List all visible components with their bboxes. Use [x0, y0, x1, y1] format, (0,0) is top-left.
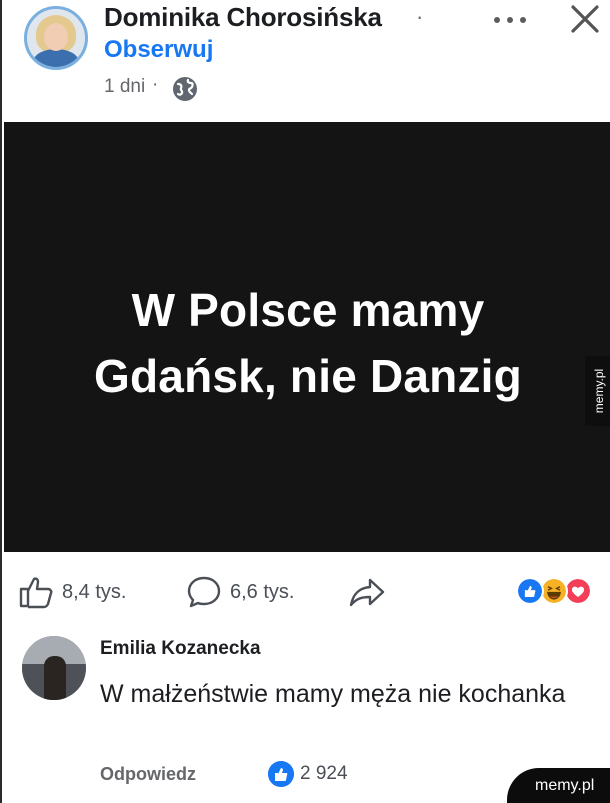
- close-icon[interactable]: [568, 2, 602, 36]
- comment-icon: [187, 576, 221, 608]
- time-separator: ·: [152, 74, 159, 95]
- love-reaction-icon: [564, 577, 592, 605]
- commenter-avatar[interactable]: [22, 636, 86, 700]
- post-image-text-line1: W Polsce mamy: [131, 284, 485, 336]
- comment-like-count: 2 924: [300, 763, 348, 784]
- side-watermark: memy.pl: [585, 356, 610, 426]
- side-watermark-text: memy.pl: [591, 368, 606, 414]
- share-button[interactable]: [348, 574, 386, 610]
- share-icon: [349, 578, 385, 607]
- author-avatar[interactable]: [24, 6, 88, 70]
- post-timestamp[interactable]: 1 dni: [104, 76, 145, 98]
- post-image[interactable]: W Polsce mamy Gdańsk, nie Danzig: [4, 122, 610, 552]
- comment-count: 6,6 tys.: [230, 580, 295, 603]
- comment-button[interactable]: 6,6 tys.: [186, 574, 294, 610]
- corner-watermark: memy.pl: [507, 768, 610, 803]
- reactions-summary[interactable]: [516, 577, 600, 607]
- post-image-text-line2: Gdańsk, nie Danzig: [94, 350, 522, 402]
- reply-button[interactable]: Odpowiedz: [100, 764, 196, 785]
- globe-icon: [173, 77, 197, 101]
- post-image-text: W Polsce mamy Gdańsk, nie Danzig: [4, 277, 610, 409]
- like-icon: [19, 577, 53, 609]
- like-reaction-icon: [516, 577, 544, 605]
- commenter-name[interactable]: Emilia Kozanecka: [100, 638, 261, 660]
- follow-button[interactable]: Obserwuj: [104, 36, 213, 64]
- more-options-icon[interactable]: [490, 8, 530, 32]
- like-button[interactable]: 8,4 tys.: [18, 574, 126, 610]
- haha-reaction-icon: [540, 577, 568, 605]
- corner-watermark-text: memy.pl: [535, 777, 595, 794]
- author-separator: ·: [416, 4, 424, 29]
- comment-text: W małżeństwie mamy męża nie kochanka: [100, 680, 566, 708]
- post-card: Dominika Chorosińska · Obserwuj 1 dni · …: [0, 0, 610, 803]
- post-author-name[interactable]: Dominika Chorosińska: [104, 2, 382, 33]
- like-count: 8,4 tys.: [62, 580, 127, 603]
- comment-like-icon[interactable]: [268, 761, 294, 787]
